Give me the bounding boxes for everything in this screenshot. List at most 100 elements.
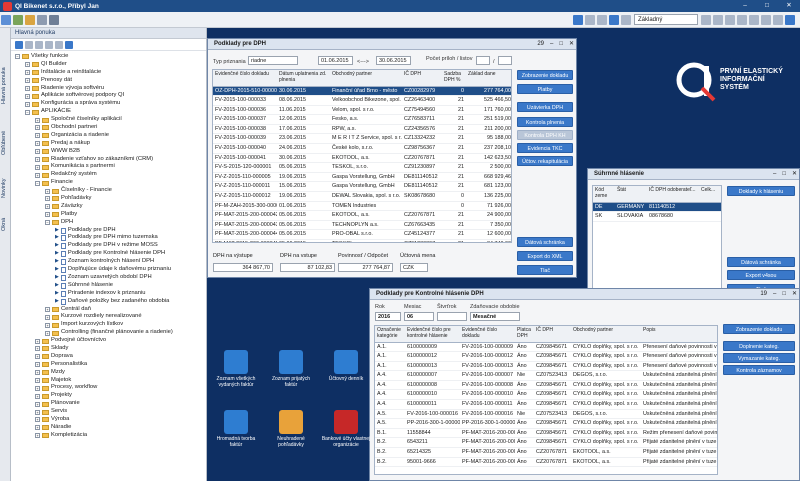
table-row[interactable]: A.4. 6100000010 FV-2016-100-000010 Áno CZ098… xyxy=(375,389,717,401)
expand-icon[interactable]: + xyxy=(35,377,40,383)
tree-item-riadenie-vztahov-so-zakaznikmi-crm[interactable]: + Riadenie vzťahov so zákazníkmi (CRM) xyxy=(11,156,206,164)
column-header[interactable]: Celk... xyxy=(699,186,721,203)
table-row[interactable]: FV-2015-100-000033 08.06.2015 Velkoobchod … xyxy=(213,95,511,106)
tree-item-kurzove-rozdiely-nerealizovane[interactable]: + Kurzové rozdiely nerealizované xyxy=(11,313,206,321)
expand-icon[interactable]: + xyxy=(35,354,40,360)
expand-icon[interactable]: + xyxy=(35,157,40,163)
column-header[interactable]: Evidenčné číslo dokladu xyxy=(460,326,515,343)
maximize-icon[interactable]: □ xyxy=(559,39,563,50)
expand-icon[interactable]: + xyxy=(35,409,40,415)
export-v4sou-button[interactable]: Export v4sou xyxy=(727,270,795,280)
expand-icon[interactable]: + xyxy=(45,204,50,210)
minimize-button[interactable]: – xyxy=(734,0,756,12)
expand-icon[interactable]: + xyxy=(45,306,50,312)
tree-item-prenosy-dat[interactable]: + Prenosy dát xyxy=(11,77,206,85)
expand-icon[interactable]: + xyxy=(45,330,50,336)
doklady-k-hlaseniu-button[interactable]: Doklady k hláseniu xyxy=(727,186,795,196)
expand-icon[interactable]: + xyxy=(25,78,30,84)
column-header[interactable]: Popis xyxy=(641,326,717,343)
minimize-icon[interactable]: – xyxy=(773,289,776,300)
tree-item-doplnujuce-udaje-k-danovemu-priznaniu[interactable]: ▶ Doplňujúce údaje k daňovému priznaniu xyxy=(11,266,206,274)
tree-item-controlling-financne-planovanie-a-riadenie[interactable]: + Controlling (finančné plánovanie a riad… xyxy=(11,329,206,337)
table-row[interactable]: A.1. 6100000009 FV-2016-100-000009 Áno CZ098… xyxy=(375,342,717,353)
expand-icon[interactable]: + xyxy=(35,393,40,399)
table-row[interactable]: A.1. 6100000012 FV-2016-100-000012 Áno CZ098… xyxy=(375,351,717,362)
column-header[interactable]: Dátum uplatnenia zd. plnenia xyxy=(277,70,330,87)
tree-item-platby[interactable]: + Platby xyxy=(11,211,206,219)
table-row[interactable]: FV-2015-100-000038 17.06.2015 RPW, a.s. CZ2… xyxy=(213,124,511,135)
zobrazenie-dokladu-button[interactable]: Zobrazenie dokladu xyxy=(517,70,573,80)
table-row[interactable]: B.1.11558844PF-MAT-2016-200-000012ÁnoCZ0… xyxy=(375,428,717,439)
tree-item-qi-builder[interactable]: + QI Builder xyxy=(11,61,206,69)
expand-icon[interactable]: + xyxy=(35,125,40,131)
tree-item-podklady-pre-dph-v-rezime-moss[interactable]: ▶ Podklady pre DPH v režime MOSS xyxy=(11,242,206,250)
tree-item-danove-polozky-bez-zadaneho-obdobia[interactable]: ▶ Daňové položky bez zadaného obdobia xyxy=(11,298,206,306)
expand-icon[interactable]: + xyxy=(35,338,40,344)
expand-icon[interactable]: + xyxy=(45,314,50,320)
kontrola-plnenia-button[interactable]: Kontrola plnenia xyxy=(517,117,573,127)
pin-icon[interactable] xyxy=(45,40,53,49)
tree-item-naradie[interactable]: + Náradie xyxy=(11,424,206,432)
uctov-rekapitulacia-button[interactable]: Účtov. rekapitulácia xyxy=(517,156,573,166)
collapse-icon[interactable]: − xyxy=(45,220,50,226)
column-header[interactable]: Platca DPH xyxy=(515,326,534,343)
grid-view-icon[interactable] xyxy=(65,40,73,49)
export-do-xml-button[interactable]: Export do XML xyxy=(517,251,573,261)
table-row[interactable]: FV-Z-2015-110-000011 15.06.2015 Gaspa Vors… xyxy=(213,181,511,193)
settings-icon[interactable] xyxy=(49,14,59,25)
tree-item-doprava[interactable]: + Doprava xyxy=(11,353,206,361)
table-row[interactable]: FV-2015-100-000040 24.06.2015 České kolo, … xyxy=(213,143,511,154)
expand-icon[interactable]: + xyxy=(45,212,50,218)
table-row[interactable]: A.4. 6100000008 FV-2016-100-000008 Áno CZ098… xyxy=(375,380,717,391)
tree-item-komunikacia-s-partnermi[interactable]: + Komunikácia s partnermi xyxy=(11,163,206,171)
tree-item-redakcny-system[interactable]: + Redakčný systém xyxy=(11,171,206,179)
tree-item-podklady-pre-dph[interactable]: ▶ Podklady pre DPH xyxy=(11,227,206,235)
table-row[interactable]: OZ-DPH-2015-510-000006 30.06.2015 Finanční… xyxy=(213,86,511,97)
table-row[interactable]: B.2.65214325PF-MAT-2016-200-000010ÁnoCZ2… xyxy=(375,447,717,458)
expand-icon[interactable]: + xyxy=(35,401,40,407)
table-row[interactable]: PF-MAT-2015-200-000042 05.06.2015 EKOTOOL,… xyxy=(213,210,511,221)
year-field[interactable]: 2016 xyxy=(375,312,401,321)
expand-icon[interactable]: + xyxy=(45,188,50,194)
quarter-field[interactable] xyxy=(437,312,467,321)
platby-button[interactable]: Platby xyxy=(517,84,573,94)
tree-item-zoznam-kontrolnych-hlaseni-dph[interactable]: ▶ Zoznam kontrolných hlásení DPH xyxy=(11,258,206,266)
expand-icon[interactable]: + xyxy=(35,346,40,352)
expand-icon[interactable]: + xyxy=(35,164,40,170)
filter-icon[interactable] xyxy=(573,14,583,25)
maximize-icon[interactable]: □ xyxy=(782,169,786,180)
tree-item-suhrnne-hlasenie[interactable]: ▶ Súhrnné hlásenie xyxy=(11,282,206,290)
attachments-field[interactable] xyxy=(476,56,490,65)
calendar-icon[interactable] xyxy=(761,14,771,25)
kontrola-zaznamov-button[interactable]: Kontrola záznamov xyxy=(723,365,795,375)
tile-uctovny-dennik[interactable]: Účtovný denník xyxy=(321,350,371,382)
expand-icon[interactable]: + xyxy=(25,70,30,76)
table-row[interactable]: FV-S-2015-120-000001 05.06.2015 TESKOL, s.… xyxy=(213,162,511,173)
doplnenie-kateg-button[interactable]: Doplnenie kateg. xyxy=(723,341,795,351)
table-row[interactable]: FV-2015-100-000039 23.06.2015 M E R I T Z … xyxy=(213,133,511,145)
table-row[interactable]: PF-MAT-2015-200-000043 05.06.2015 TECHNOPL… xyxy=(213,220,511,231)
collapse-icon[interactable]: − xyxy=(25,109,30,115)
expand-icon[interactable]: + xyxy=(35,425,40,431)
zobrazenie-dokladu-button[interactable]: Zobrazenie dokladu xyxy=(723,324,795,334)
close-icon[interactable]: ✕ xyxy=(569,39,574,50)
grid-icon[interactable] xyxy=(621,14,631,25)
datova-schranka-button[interactable]: Dátová schránka xyxy=(517,237,573,247)
tab-news[interactable]: Novinky xyxy=(1,173,10,203)
home-icon[interactable] xyxy=(1,14,11,25)
tlac-button[interactable]: Tlač xyxy=(517,265,573,275)
expand-icon[interactable]: + xyxy=(25,86,30,91)
tree-item-vsetky-funkcie[interactable]: − Všetky funkcie xyxy=(11,53,206,61)
tree-item-www-b2b[interactable]: + WWW B2B xyxy=(11,148,206,156)
search-icon[interactable] xyxy=(35,40,43,49)
column-header[interactable]: Kód zeme xyxy=(593,186,615,203)
period-field[interactable]: Mesačné xyxy=(470,312,520,321)
tree-item-aplikacie-softverovej-podpory-qi[interactable]: + Aplikácie softvérovej podpory QI xyxy=(11,92,206,100)
expand-all-icon[interactable] xyxy=(15,40,23,49)
table-row[interactable]: A.4. 6100000011 FV-2016-100-000011 Áno CZ098… xyxy=(375,399,717,410)
table-row[interactable]: PF-M-ZAH-2015-300-00000001.06.2015TOMEN … xyxy=(213,201,511,212)
column-header[interactable]: Obchodný partner xyxy=(330,70,402,87)
date-to-field[interactable]: 30.06.2015 xyxy=(376,56,411,65)
tree-item-organizacia-a-riadenie[interactable]: + Organizácia a riadenie xyxy=(11,132,206,140)
export-icon[interactable] xyxy=(609,14,619,25)
